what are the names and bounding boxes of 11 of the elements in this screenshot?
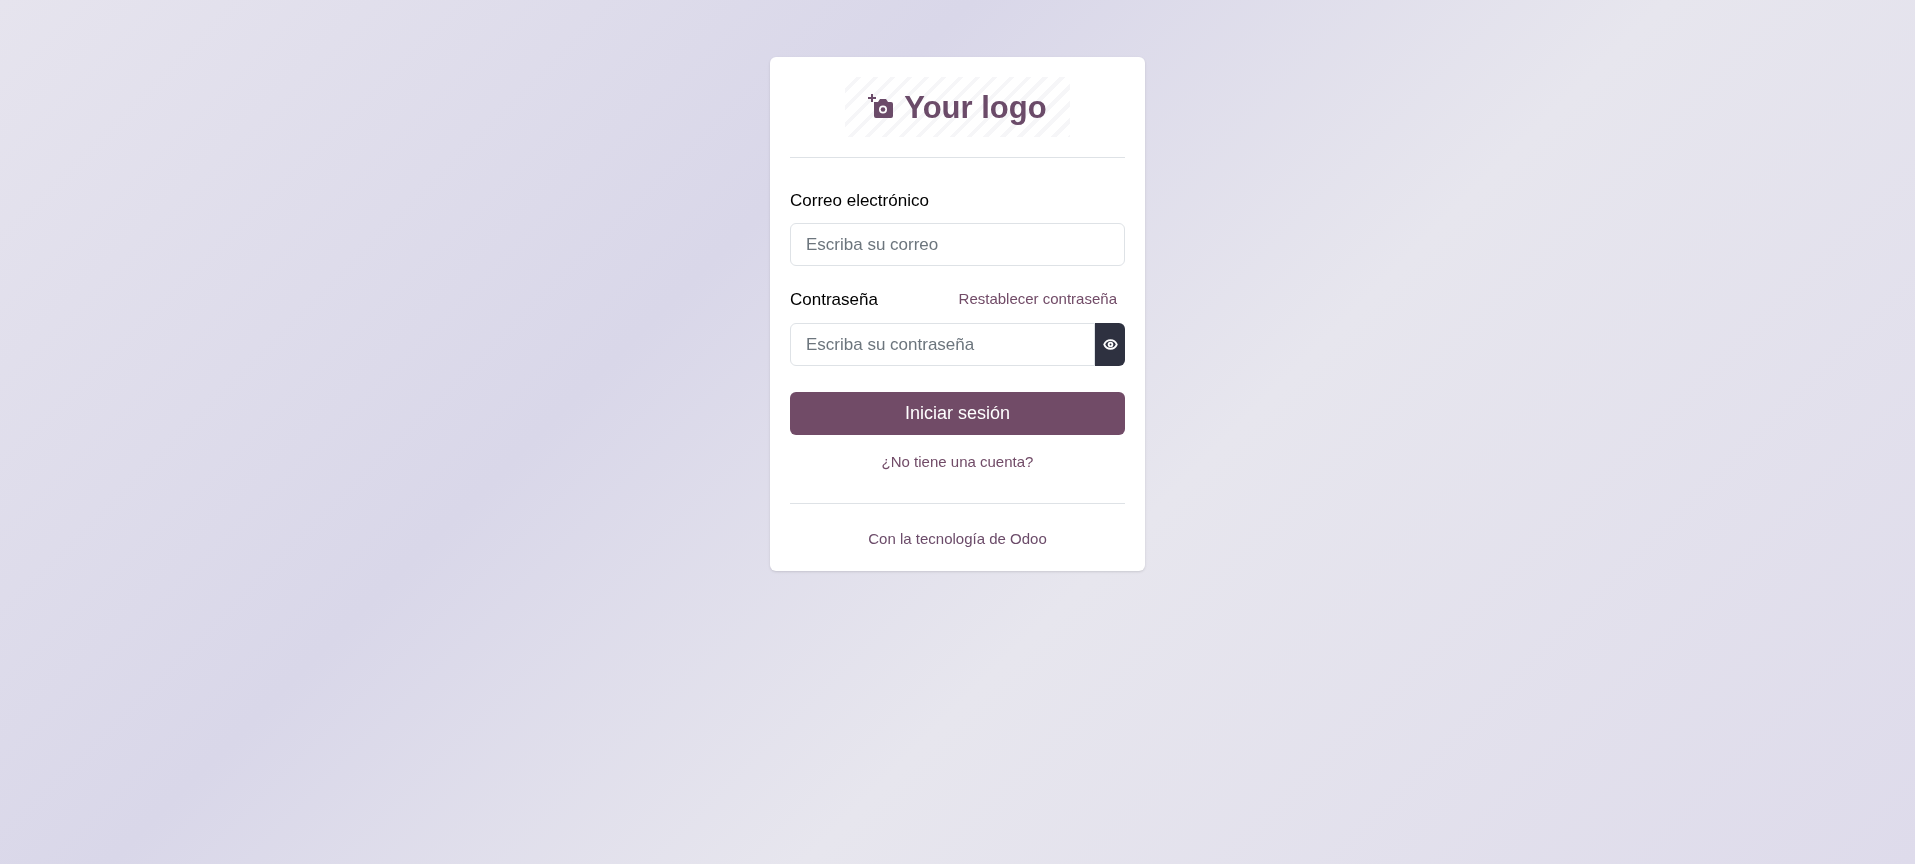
login-button[interactable]: Iniciar sesión (790, 391, 1125, 435)
signup-link[interactable]: ¿No tiene una cuenta? (881, 450, 1034, 474)
logo-text: Your logo (904, 91, 1047, 123)
reset-password-link[interactable]: Restablecer contraseña (958, 288, 1117, 311)
email-field[interactable]: Escriba su correo (790, 223, 1125, 267)
show-password-button[interactable] (1095, 322, 1125, 366)
powered-by-text: Con la tecnología de Odoo (868, 529, 1047, 550)
field-label: Correo electrónico (790, 190, 930, 212)
field-label: Contraseña (790, 288, 878, 311)
password-field[interactable]: Escriba su contraseña (790, 322, 1095, 366)
eye-icon (1102, 336, 1118, 352)
